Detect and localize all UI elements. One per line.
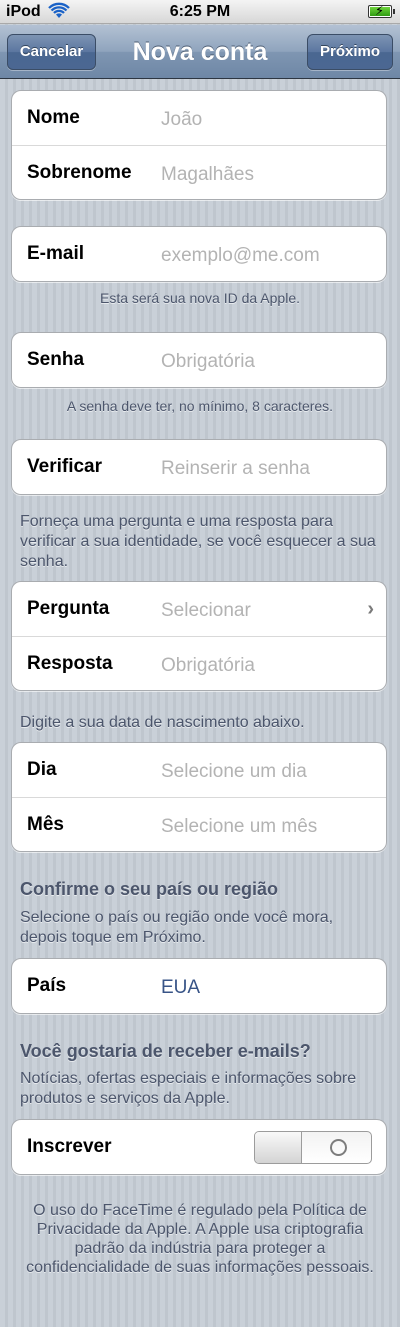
- clock: 6:25 PM: [169, 3, 231, 20]
- email-group: E-mail exemplo@me.com: [11, 226, 387, 282]
- birth-intro: Digite a sua data de nascimento abaixo.: [20, 714, 305, 731]
- verify-placeholder[interactable]: Reinserir a senha: [161, 458, 310, 480]
- first-name-label: Nome: [27, 107, 80, 128]
- month-label: Mês: [27, 814, 64, 835]
- password-note: A senha deve ter, no mínimo, 8 caractere…: [66, 398, 334, 414]
- last-name-label: Sobrenome: [27, 162, 132, 183]
- next-button[interactable]: Próximo: [307, 34, 393, 70]
- subscribe-label: Inscrever: [27, 1136, 112, 1157]
- subscribe-group: Inscrever: [11, 1119, 387, 1175]
- answer-placeholder[interactable]: Obrigatória: [161, 655, 255, 677]
- country-value[interactable]: EUA: [161, 977, 200, 999]
- email-label: E-mail: [27, 243, 85, 264]
- security-group: Pergunta Selecionar › Resposta Obrigatór…: [11, 581, 387, 691]
- question-value[interactable]: Selecionar: [161, 600, 251, 622]
- verify-group: Verificar Reinserir a senha: [11, 439, 387, 495]
- password-field[interactable]: Senha Obrigatória: [12, 333, 386, 387]
- day-label: Dia: [27, 759, 57, 780]
- privacy-footer: O uso do FaceTime é regulado pela Políti…: [26, 1202, 374, 1276]
- emails-heading: Você gostaria de receber e-mails?: [20, 1041, 311, 1061]
- country-intro: Selecione o país ou região onde você mor…: [20, 909, 334, 946]
- password-label: Senha: [27, 349, 85, 370]
- last-name-field[interactable]: Sobrenome Magalhães: [12, 145, 386, 199]
- birth-month-row[interactable]: Mês Selecione um mês: [12, 797, 386, 851]
- country-heading: Confirme o seu país ou região: [20, 879, 279, 899]
- country-row[interactable]: País EUA: [12, 959, 386, 1013]
- birth-day-row[interactable]: Dia Selecione um dia: [12, 743, 386, 797]
- security-question-row[interactable]: Pergunta Selecionar ›: [12, 582, 386, 636]
- last-name-placeholder[interactable]: Magalhães: [161, 164, 254, 186]
- security-answer-field[interactable]: Resposta Obrigatória: [12, 636, 386, 690]
- toggle-off-icon: [330, 1139, 347, 1156]
- answer-label: Resposta: [27, 653, 113, 674]
- verify-label: Verificar: [27, 456, 102, 477]
- emails-intro: Notícias, ofertas especiais e informaçõe…: [20, 1070, 357, 1107]
- birth-group: Dia Selecione um dia Mês Selecione um mê…: [11, 742, 387, 852]
- navigation-bar: Cancelar Nova conta Próximo: [0, 25, 400, 79]
- security-intro: Forneça uma pergunta e uma resposta para…: [20, 513, 376, 570]
- email-field[interactable]: E-mail exemplo@me.com: [12, 227, 386, 281]
- subscribe-toggle[interactable]: [254, 1131, 372, 1164]
- first-name-placeholder[interactable]: João: [161, 109, 202, 131]
- toggle-knob[interactable]: [255, 1132, 302, 1163]
- month-value[interactable]: Selecione um mês: [161, 816, 317, 838]
- status-bar: iPod 6:25 PM ⚡: [0, 0, 400, 24]
- password-group: Senha Obrigatória: [11, 332, 387, 388]
- subscribe-row: Inscrever: [12, 1120, 386, 1174]
- country-label: País: [27, 975, 67, 996]
- password-placeholder[interactable]: Obrigatória: [161, 351, 255, 373]
- country-group: País EUA: [11, 958, 387, 1014]
- name-group: Nome João Sobrenome Magalhães: [11, 90, 387, 200]
- email-placeholder[interactable]: exemplo@me.com: [161, 245, 320, 267]
- email-note: Esta será sua nova ID da Apple.: [99, 290, 300, 306]
- question-label: Pergunta: [27, 598, 110, 619]
- day-value[interactable]: Selecione um dia: [161, 761, 307, 783]
- first-name-field[interactable]: Nome João: [12, 91, 386, 145]
- battery-charging-icon: ⚡: [368, 3, 395, 18]
- chevron-right-icon: ›: [367, 598, 374, 620]
- verify-password-field[interactable]: Verificar Reinserir a senha: [12, 440, 386, 494]
